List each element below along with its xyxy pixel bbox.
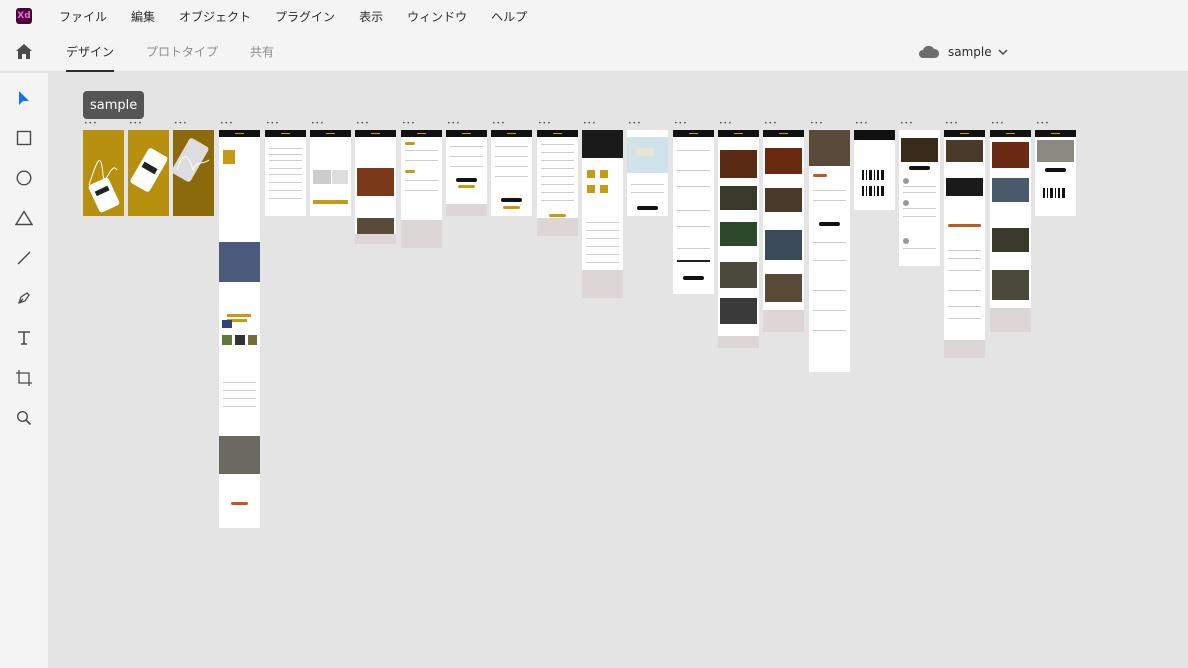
artboard[interactable] xyxy=(944,130,985,358)
artboard[interactable] xyxy=(128,130,169,216)
menu-help[interactable]: ヘルプ xyxy=(491,8,527,25)
menu-bar: Xd ファイル 編集 オブジェクト プラグイン 表示 ウィンドウ ヘルプ xyxy=(0,0,1188,32)
document-title: sample xyxy=(948,45,992,59)
artboard[interactable] xyxy=(1035,130,1076,216)
artboard-menu-icon[interactable]: ••• xyxy=(1036,121,1049,127)
polygon-tool[interactable] xyxy=(12,206,36,230)
splash-image xyxy=(88,160,120,213)
menu-window[interactable]: ウィンドウ xyxy=(407,8,467,25)
zoom-icon xyxy=(16,410,32,426)
line-tool[interactable] xyxy=(12,246,36,270)
artboard[interactable] xyxy=(763,130,804,332)
artboard-menu-icon[interactable]: ••• xyxy=(764,121,777,127)
artboard-menu-icon[interactable]: ••• xyxy=(945,121,958,127)
menu-view[interactable]: 表示 xyxy=(359,8,383,25)
artboard-menu-icon[interactable]: ••• xyxy=(447,121,460,127)
artboard[interactable] xyxy=(582,130,623,298)
artboard-menu-icon[interactable]: ••• xyxy=(719,121,732,127)
tool-bar xyxy=(0,73,48,668)
ellipse-tool[interactable] xyxy=(12,166,36,190)
artboard[interactable] xyxy=(219,130,260,528)
artboard-menu-icon[interactable]: ••• xyxy=(628,121,641,127)
artboard[interactable] xyxy=(990,130,1031,332)
menu-plugins[interactable]: プラグイン xyxy=(275,8,335,25)
select-icon xyxy=(19,91,29,105)
splash-image xyxy=(130,148,168,192)
artboard[interactable] xyxy=(899,130,940,266)
artboard-menu-icon[interactable]: ••• xyxy=(84,121,97,127)
artboard[interactable] xyxy=(83,130,124,216)
artboard-menu-icon[interactable]: ••• xyxy=(356,121,369,127)
document-title-dropdown[interactable]: sample xyxy=(918,32,1008,72)
barcode-image xyxy=(862,170,884,196)
menu-file[interactable]: ファイル xyxy=(59,8,107,25)
artboard-menu-icon[interactable]: ••• xyxy=(266,121,279,127)
artboard[interactable] xyxy=(401,130,442,248)
artboard-menu-icon[interactable]: ••• xyxy=(991,121,1004,127)
tab-prototype[interactable]: プロトタイプ xyxy=(146,32,218,72)
artboard-menu-icon[interactable]: ••• xyxy=(674,121,687,127)
page-label[interactable]: sample xyxy=(83,91,145,119)
artboard-menu-icon[interactable]: ••• xyxy=(810,121,823,127)
artboard[interactable] xyxy=(265,130,306,216)
artboard-menu-icon[interactable]: ••• xyxy=(402,121,415,127)
tab-share[interactable]: 共有 xyxy=(250,32,274,72)
artboard-menu-icon[interactable]: ••• xyxy=(583,121,596,127)
barcode-image xyxy=(1043,188,1065,198)
chevron-down-icon xyxy=(998,49,1008,55)
artboard[interactable] xyxy=(627,130,668,216)
artboard[interactable] xyxy=(173,130,214,216)
polygon-icon xyxy=(15,210,33,226)
artboard-menu-icon[interactable]: ••• xyxy=(492,121,505,127)
tab-design[interactable]: デザイン xyxy=(66,32,115,72)
pen-icon xyxy=(17,292,30,305)
pen-tool[interactable] xyxy=(12,286,36,310)
home-icon xyxy=(16,44,32,59)
line-icon xyxy=(17,251,31,265)
artboard[interactable] xyxy=(809,130,850,372)
xd-logo-icon: Xd xyxy=(16,8,32,24)
text-tool[interactable] xyxy=(12,326,36,350)
artboard-menu-icon[interactable]: ••• xyxy=(174,121,187,127)
splash-image xyxy=(173,138,210,182)
select-tool[interactable] xyxy=(12,86,36,110)
artboard-tool[interactable] xyxy=(12,366,36,390)
menu-edit[interactable]: 編集 xyxy=(131,8,155,25)
artboard[interactable] xyxy=(854,130,895,210)
artboard-icon xyxy=(16,370,32,386)
rectangle-icon xyxy=(16,130,32,146)
artboard[interactable] xyxy=(673,130,714,294)
text-icon xyxy=(18,331,30,345)
artboard[interactable] xyxy=(310,130,351,216)
artboard-menu-icon[interactable]: ••• xyxy=(129,121,142,127)
artboard-menu-icon[interactable]: ••• xyxy=(220,121,233,127)
cloud-icon xyxy=(919,45,940,58)
menu-object[interactable]: オブジェクト xyxy=(179,8,251,25)
artboard-menu-icon[interactable]: ••• xyxy=(311,121,324,127)
artboard-menu-icon[interactable]: ••• xyxy=(900,121,913,127)
ellipse-icon xyxy=(16,170,32,186)
artboard-menu-icon[interactable]: ••• xyxy=(855,121,868,127)
rectangle-tool[interactable] xyxy=(12,126,36,150)
artboard[interactable] xyxy=(446,130,487,216)
artboard[interactable] xyxy=(491,130,532,216)
artboard[interactable] xyxy=(355,130,396,244)
artboard-menu-icon[interactable]: ••• xyxy=(538,121,551,127)
home-button[interactable] xyxy=(0,32,48,72)
zoom-tool[interactable] xyxy=(12,406,36,430)
artboard[interactable] xyxy=(537,130,578,236)
artboard[interactable] xyxy=(718,130,759,348)
mode-bar: デザイン プロトタイプ 共有 sample xyxy=(0,32,1188,72)
